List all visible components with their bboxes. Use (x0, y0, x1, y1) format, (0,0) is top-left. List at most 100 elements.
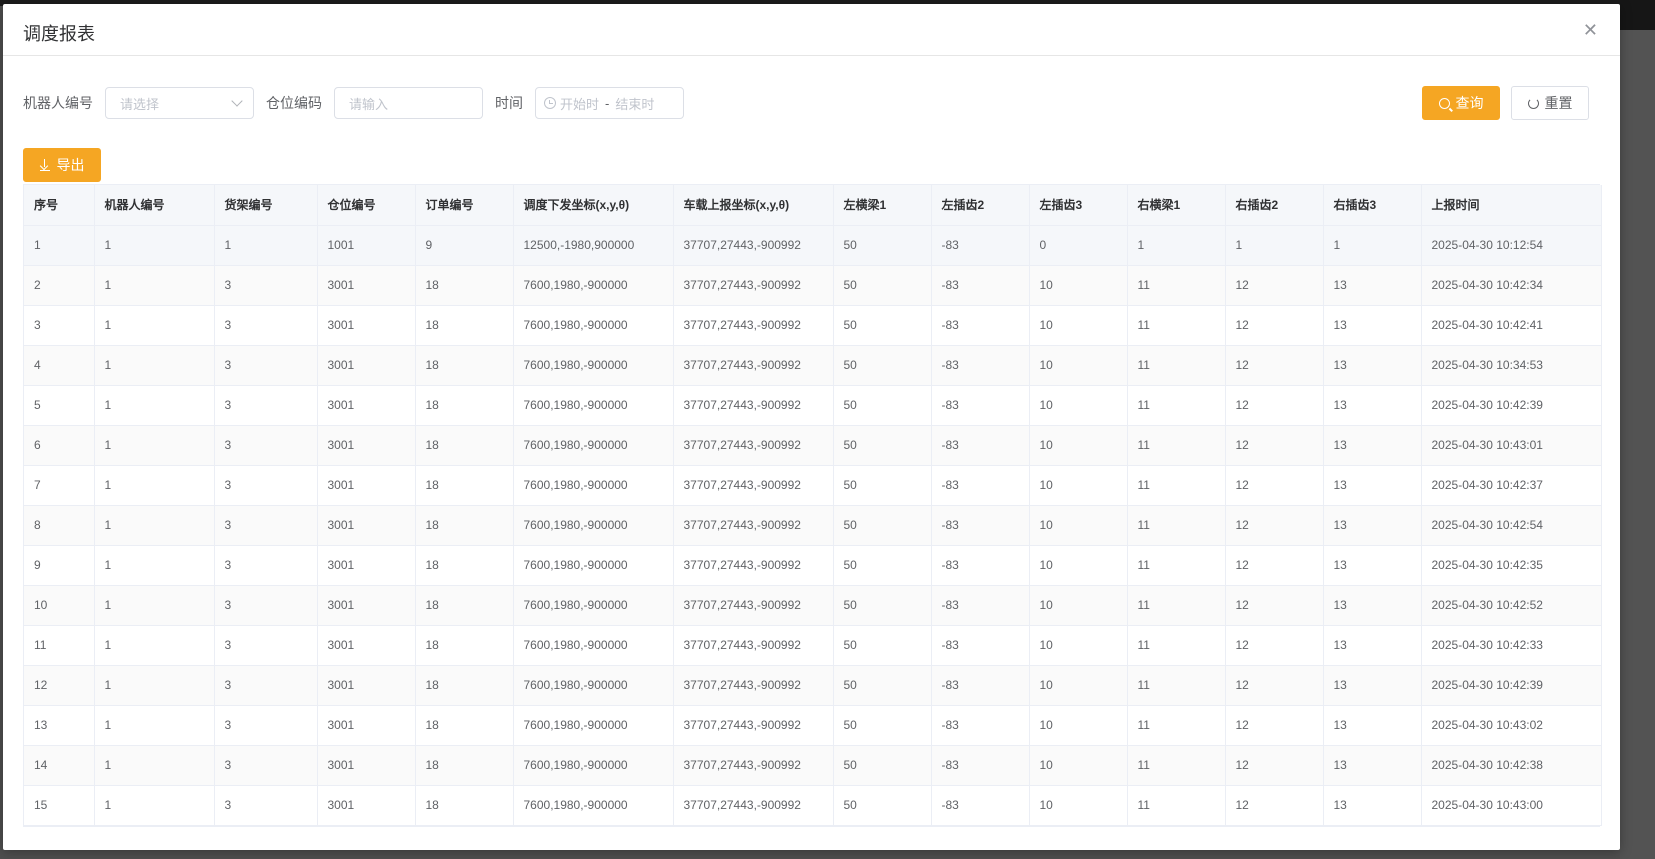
table-cell: 12 (1225, 625, 1324, 666)
query-button-label: 查询 (1455, 95, 1484, 111)
table-cell: 10 (1029, 305, 1128, 346)
table-cell: 11 (1127, 585, 1226, 626)
time-start-placeholder: 开始时 (560, 96, 600, 112)
table-cell: 0 (1029, 225, 1128, 266)
table-cell: 13 (24, 705, 95, 746)
table-cell: 7600,1980,-900000 (513, 585, 674, 626)
table-row[interactable]: 6 1 3 3001 18 7600,1980,-900000 37707,27443,-9… (24, 425, 1602, 466)
table-cell: 18 (415, 305, 514, 346)
reset-button-label: 重置 (1544, 95, 1573, 111)
table-cell: 18 (415, 385, 514, 426)
robot-number-select[interactable]: 请选择 (105, 87, 254, 119)
table-row[interactable]: 7 1 3 3001 18 7600,1980,-900000 37707,27443,-9… (24, 465, 1602, 506)
location-code-input[interactable]: 请输入 (334, 87, 483, 119)
table-cell: 10 (1029, 265, 1128, 306)
close-icon[interactable]: ✕ (1583, 21, 1598, 39)
table-cell: 2025-04-30 10:43:00 (1421, 785, 1602, 826)
table-cell: 10 (1029, 425, 1128, 466)
table-cell: -83 (931, 465, 1030, 506)
table-cell: 50 (833, 505, 932, 546)
table-cell: 4 (24, 345, 95, 386)
table-cell: -83 (931, 585, 1030, 626)
table-cell: 50 (833, 545, 932, 586)
table-cell: 11 (1127, 625, 1226, 666)
table-cell: 13 (1323, 545, 1422, 586)
table-cell: 10 (1029, 585, 1128, 626)
table-row[interactable]: 5 1 3 3001 18 7600,1980,-900000 37707,27443,-9… (24, 385, 1602, 426)
chevron-down-icon (231, 95, 243, 107)
time-separator: - (605, 95, 610, 111)
table-cell: 3 (214, 425, 318, 466)
table-row[interactable]: 11 1 3 3001 18 7600,1980,-900000 37707,27443,-… (24, 625, 1602, 666)
table-row[interactable]: 14 1 3 3001 18 7600,1980,-900000 37707,27443,-… (24, 745, 1602, 786)
table-cell: 2025-04-30 10:42:39 (1421, 385, 1602, 426)
table-cell: 18 (415, 545, 514, 586)
table-row[interactable]: 4 1 3 3001 18 7600,1980,-900000 37707,27443,-9… (24, 345, 1602, 386)
table-cell: 18 (415, 345, 514, 386)
time-range-picker[interactable]: 开始时 - 结束时 (535, 87, 684, 119)
table-row[interactable]: 9 1 3 3001 18 7600,1980,-900000 37707,27443,-9… (24, 545, 1602, 586)
export-button[interactable]: 导出 (23, 148, 101, 182)
table-cell: -83 (931, 785, 1030, 826)
table-cell: 3001 (317, 425, 416, 466)
table-cell: 1001 (317, 225, 416, 266)
table-cell: 13 (1323, 745, 1422, 786)
table-cell: 10 (1029, 465, 1128, 506)
table-cell: 13 (1323, 385, 1422, 426)
report-table: 序号 机器人编号 货架编号 仓位编号 订单编号 调度下发坐标(x,y,θ) 车载上报坐标(x… (23, 184, 1602, 827)
table-cell: 3 (214, 345, 318, 386)
table-cell: 2025-04-30 10:42:39 (1421, 665, 1602, 706)
table-cell: 12 (1225, 505, 1324, 546)
table-cell: 13 (1323, 465, 1422, 506)
table-cell: 50 (833, 705, 932, 746)
table-cell: -83 (931, 425, 1030, 466)
table-cell: 1 (94, 545, 215, 586)
table-cell: 3001 (317, 385, 416, 426)
table-cell: 10 (1029, 745, 1128, 786)
table-cell: 3 (214, 585, 318, 626)
table-cell: 3001 (317, 545, 416, 586)
reset-button[interactable]: 重置 (1511, 86, 1589, 120)
table-cell: 7600,1980,-900000 (513, 745, 674, 786)
table-row[interactable]: 2 1 3 3001 18 7600,1980,-900000 37707,27443,-9… (24, 265, 1602, 306)
table-row[interactable]: 1 1 1 1001 9 12500,-1980,900000 37707,27443,-9… (24, 225, 1602, 266)
table-row[interactable]: 10 1 3 3001 18 7600,1980,-900000 37707,27443,-… (24, 585, 1602, 626)
table-cell: 18 (415, 625, 514, 666)
table-row[interactable]: 13 1 3 3001 18 7600,1980,-900000 37707,27443,-… (24, 705, 1602, 746)
query-button[interactable]: 查询 (1422, 86, 1500, 120)
table-cell: 10 (1029, 705, 1128, 746)
table-cell: 37707,27443,-900992 (673, 385, 834, 426)
table-cell: 8 (24, 505, 95, 546)
table-row[interactable]: 12 1 3 3001 18 7600,1980,-900000 37707,27443,-… (24, 665, 1602, 706)
table-cell: 11 (1127, 345, 1226, 386)
table-cell: 37707,27443,-900992 (673, 225, 834, 266)
table-row[interactable]: 15 1 3 3001 18 7600,1980,-900000 37707,27443,-… (24, 785, 1602, 826)
table-cell: 1 (94, 225, 215, 266)
table-cell: 13 (1323, 625, 1422, 666)
time-end-placeholder: 结束时 (615, 96, 655, 112)
table-cell: 2025-04-30 10:42:38 (1421, 745, 1602, 786)
table-cell: 13 (1323, 705, 1422, 746)
table-cell: 11 (1127, 465, 1226, 506)
table-cell: 1 (94, 265, 215, 306)
table-cell: -83 (931, 705, 1030, 746)
table-cell: 12 (1225, 345, 1324, 386)
table-cell: 18 (415, 425, 514, 466)
table-cell: 9 (24, 545, 95, 586)
table-cell: 37707,27443,-900992 (673, 625, 834, 666)
table-cell: 13 (1323, 425, 1422, 466)
table-cell: 3 (214, 625, 318, 666)
clock-icon (544, 97, 556, 109)
column-header: 左横梁1 (833, 185, 932, 226)
table-cell: 3 (214, 385, 318, 426)
table-cell: 2025-04-30 10:42:35 (1421, 545, 1602, 586)
table-cell: 12 (1225, 425, 1324, 466)
table-cell: 37707,27443,-900992 (673, 425, 834, 466)
table-cell: -83 (931, 505, 1030, 546)
table-cell: -83 (931, 385, 1030, 426)
table-cell: 37707,27443,-900992 (673, 665, 834, 706)
table-row[interactable]: 8 1 3 3001 18 7600,1980,-900000 37707,27443,-9… (24, 505, 1602, 546)
table-cell: 50 (833, 585, 932, 626)
table-row[interactable]: 3 1 3 3001 18 7600,1980,-900000 37707,27443,-9… (24, 305, 1602, 346)
column-header: 车载上报坐标(x,y,θ) (673, 185, 834, 226)
